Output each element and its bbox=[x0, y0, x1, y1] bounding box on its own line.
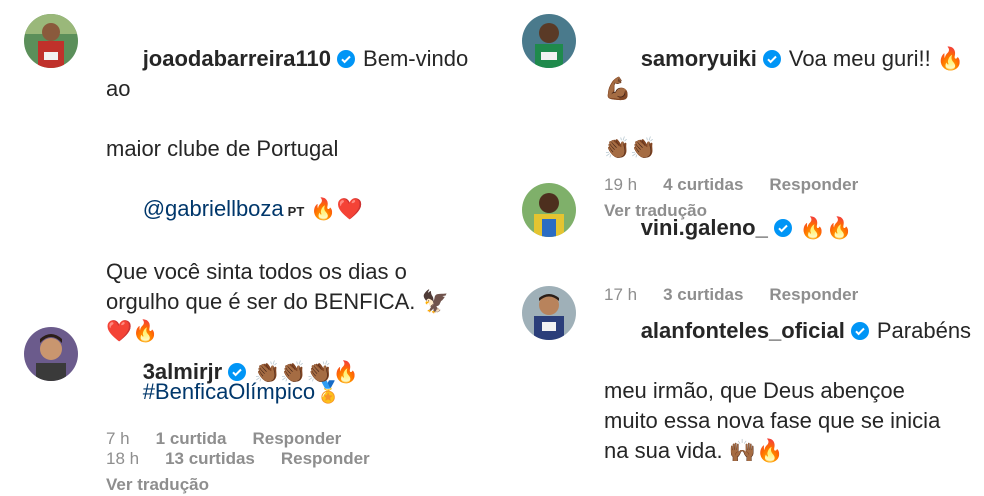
emoji-text: 🔥❤️ bbox=[310, 198, 363, 221]
comment-text: muito essa nova fase que se inicia bbox=[604, 408, 941, 433]
comment-text: Parabéns bbox=[876, 318, 972, 343]
comment-text: Que você sinta todos os dias o bbox=[106, 259, 407, 284]
likes-count[interactable]: 13 curtidas bbox=[165, 449, 255, 468]
username[interactable]: vini.galeno_ bbox=[641, 215, 768, 240]
username[interactable]: joaodabarreira110 bbox=[143, 46, 331, 71]
timestamp: 18 h bbox=[106, 449, 140, 468]
comment-text: meu irmão, que Deus abençoe bbox=[604, 378, 905, 403]
verified-badge-icon bbox=[228, 363, 247, 381]
avatar[interactable] bbox=[522, 286, 576, 340]
language-tag: PT bbox=[287, 204, 305, 219]
comment-text: na sua vida. 🙌🏾🔥 bbox=[604, 438, 784, 463]
avatar[interactable] bbox=[24, 327, 78, 381]
verified-badge-icon bbox=[850, 322, 869, 340]
emoji-text: 🔥🔥 bbox=[799, 217, 853, 240]
verified-badge-icon bbox=[762, 50, 781, 68]
see-translation-button[interactable]: Ver tradução bbox=[106, 474, 486, 496]
avatar[interactable] bbox=[522, 14, 576, 68]
emoji-text: 👏🏾👏🏾 bbox=[604, 137, 657, 160]
username[interactable]: samoryuiki bbox=[641, 46, 757, 71]
emoji-text: 👏🏾👏🏾👏🏾🔥 bbox=[254, 361, 359, 384]
likes-count[interactable]: 1 curtida bbox=[156, 429, 227, 448]
reply-button[interactable]: Responder bbox=[281, 449, 370, 468]
reply-button[interactable]: Responder bbox=[253, 429, 342, 448]
comment-text: maior clube de Portugal bbox=[106, 136, 339, 161]
mention-link[interactable]: @gabriellboza bbox=[143, 196, 284, 221]
avatar[interactable] bbox=[24, 14, 78, 68]
avatar[interactable] bbox=[522, 183, 576, 237]
username[interactable]: alanfonteles_oficial bbox=[641, 318, 845, 343]
username[interactable]: 3almirjr bbox=[143, 359, 223, 384]
comment-text: orgulho que é ser do BENFICA. 🦅 bbox=[106, 289, 449, 314]
verified-badge-icon bbox=[337, 50, 356, 68]
timestamp: 7 h bbox=[106, 429, 130, 448]
verified-badge-icon bbox=[773, 219, 792, 237]
